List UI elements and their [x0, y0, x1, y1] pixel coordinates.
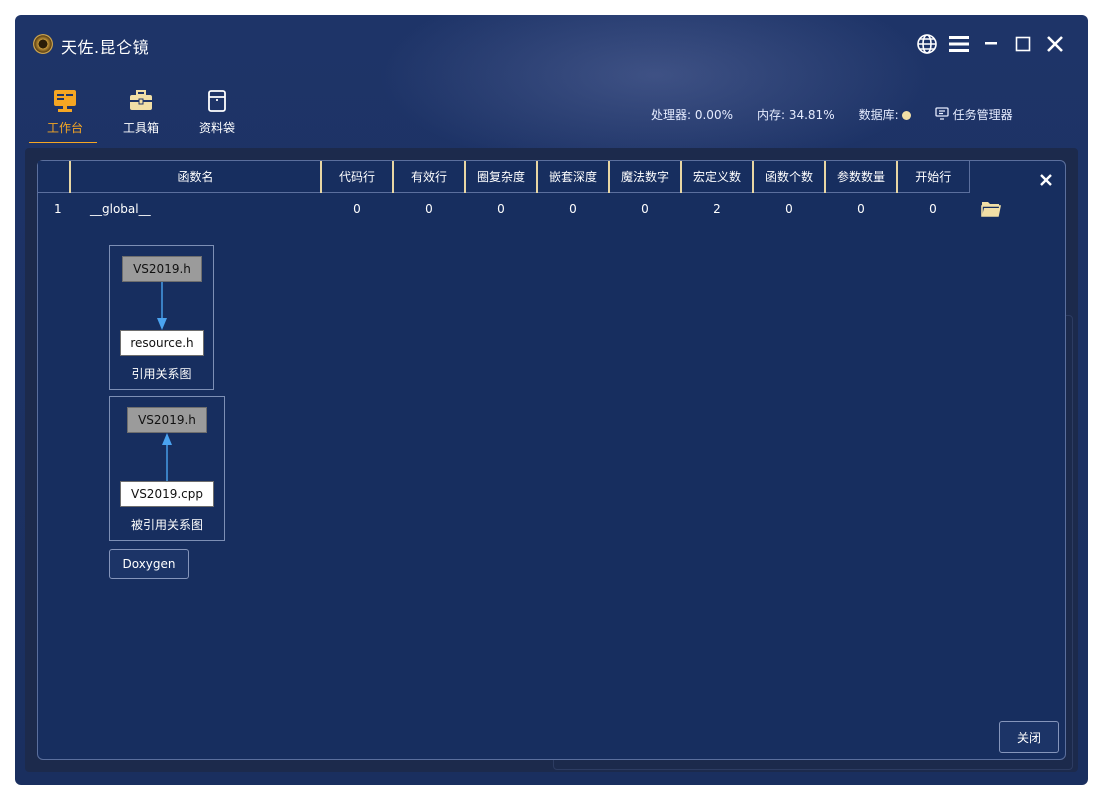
data-bag-icon: [203, 87, 231, 115]
dialog-close-icon[interactable]: [1037, 171, 1055, 189]
minimize-icon[interactable]: [980, 33, 1002, 55]
table-cell: 0: [857, 202, 865, 217]
doxygen-button[interactable]: Doxygen: [109, 549, 189, 579]
memory-usage: 内存: 34.81%: [756, 108, 835, 122]
app-window: 天佐.昆仑镜 工作台 工具箱 资料袋 处理器: 0.00% 内存: 34.81%…: [15, 15, 1088, 785]
nav-item-workbench[interactable]: 工作台: [27, 87, 103, 143]
function-name-cell: __global__: [90, 202, 151, 217]
window-controls: [916, 33, 1066, 55]
graph-caption: 被引用关系图: [130, 518, 203, 532]
column-header-magic-numbers[interactable]: 魔法数字: [608, 161, 681, 193]
table-cell: 0: [641, 202, 649, 217]
open-folder-cell: [969, 192, 1001, 226]
menu-icon[interactable]: [948, 33, 970, 55]
app-logo: [33, 34, 53, 54]
title-bar: 天佐.昆仑镜: [15, 15, 1088, 73]
include-arrow-icon: [157, 282, 167, 330]
table-cell: 0: [785, 202, 793, 217]
status-dot-icon: [901, 111, 911, 120]
include-graph: VS2019.h resource.h 引用关系图: [109, 245, 214, 390]
table-cell: 0: [353, 202, 361, 217]
column-header-start-line[interactable]: 开始行: [896, 161, 970, 193]
included-by-graph: VS2019.h VS2019.cpp 被引用关系图: [109, 396, 225, 541]
close-icon[interactable]: [1044, 33, 1066, 55]
column-header-macro-count[interactable]: 宏定义数: [680, 161, 753, 193]
graph-source-node[interactable]: VS2019.h: [122, 256, 202, 282]
row-index: 1: [54, 202, 62, 217]
nav-item-data-bag[interactable]: 资料袋: [179, 87, 255, 143]
column-header-index[interactable]: [38, 161, 70, 193]
table-cell: 0: [569, 202, 577, 217]
globe-icon[interactable]: [916, 33, 938, 55]
graph-source-node[interactable]: VS2019.h: [127, 407, 207, 433]
column-header-param-count[interactable]: 参数数量: [824, 161, 897, 193]
graph-caption: 引用关系图: [131, 367, 192, 381]
included-by-arrow-icon: [162, 433, 172, 481]
system-stats: 处理器: 0.00% 内存: 34.81% 数据库: 任务管理器: [651, 106, 1013, 123]
column-header-function-count[interactable]: 函数个数: [752, 161, 825, 193]
maximize-icon[interactable]: [1012, 33, 1034, 55]
table-cell: 0: [929, 202, 937, 217]
table-header-row: 函数名 代码行 有效行 圈复杂度 嵌套深度 魔法数字 宏定义数 函数个数 参数数…: [38, 161, 1001, 193]
nav-label: 资料袋: [198, 121, 235, 135]
cpu-usage: 处理器: 0.00%: [651, 108, 733, 122]
database-label: 数据库:: [858, 108, 899, 122]
nav-item-toolbox[interactable]: 工具箱: [103, 87, 179, 143]
column-header-function-name[interactable]: 函数名: [69, 161, 321, 193]
nav-label: 工具箱: [122, 121, 159, 135]
main-nav: 工作台 工具箱 资料袋: [27, 87, 255, 143]
toolbox-icon: [127, 87, 155, 115]
column-header-code-lines[interactable]: 代码行: [320, 161, 393, 193]
close-button[interactable]: 关闭: [999, 721, 1059, 753]
column-header-nesting-depth[interactable]: 嵌套深度: [536, 161, 609, 193]
graph-target-node[interactable]: VS2019.cpp: [120, 481, 214, 507]
task-manager-label: 任务管理器: [952, 108, 1013, 122]
metrics-table: 函数名 代码行 有效行 圈复杂度 嵌套深度 魔法数字 宏定义数 函数个数 参数数…: [38, 161, 1001, 226]
app-title: 天佐.昆仑镜: [61, 38, 150, 57]
graph-target-node[interactable]: resource.h: [120, 330, 204, 356]
task-manager-icon: [935, 106, 949, 123]
analysis-dialog: 函数名 代码行 有效行 圈复杂度 嵌套深度 魔法数字 宏定义数 函数个数 参数数…: [37, 160, 1066, 760]
column-header-effective-lines[interactable]: 有效行: [392, 161, 465, 193]
workbench-icon: [51, 87, 79, 115]
table-cell: 0: [425, 202, 433, 217]
table-row[interactable]: 1 __global__ 0 0 0 0 0 2 0 0 0: [38, 192, 1001, 226]
open-folder-icon[interactable]: [981, 199, 1001, 217]
table-cell: 2: [713, 202, 721, 217]
nav-label: 工作台: [46, 121, 83, 135]
database-status: 数据库:: [859, 106, 911, 123]
table-cell: 0: [497, 202, 505, 217]
task-manager-button[interactable]: 任务管理器: [935, 106, 1013, 123]
column-header-cyclomatic-complexity[interactable]: 圈复杂度: [464, 161, 537, 193]
